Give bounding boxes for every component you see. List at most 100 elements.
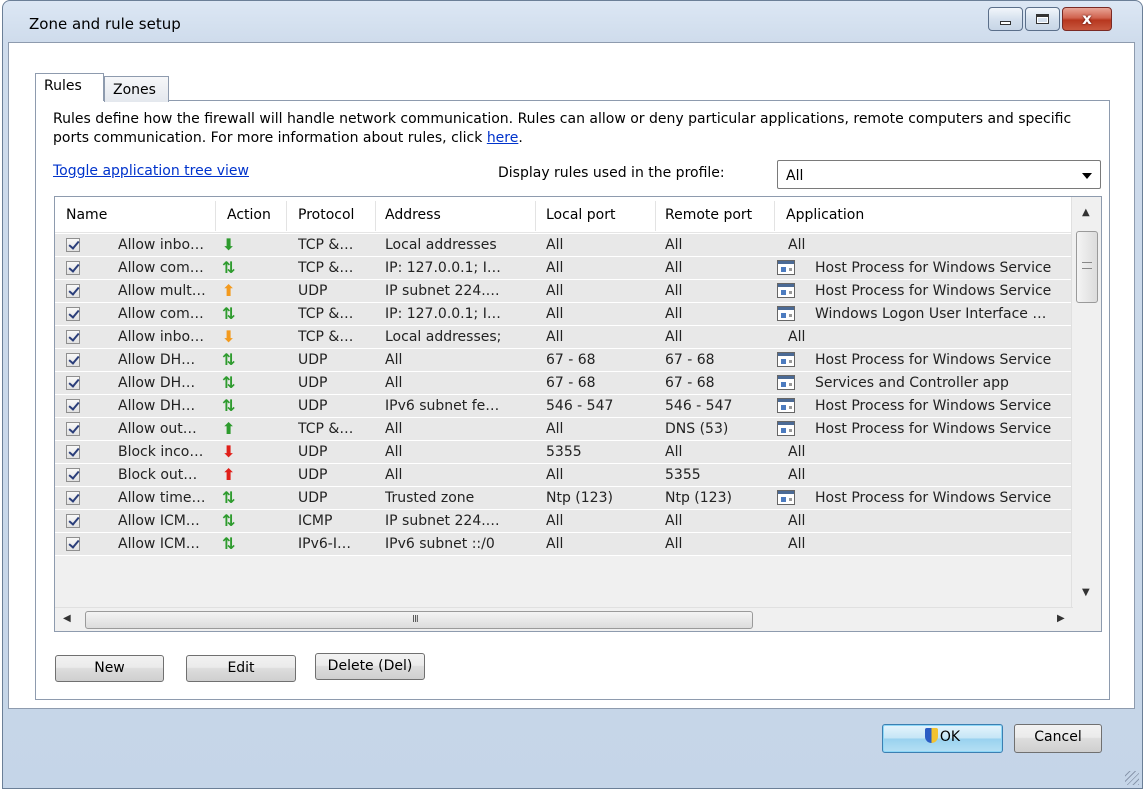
rule-remote-port: 67 - 68 (665, 352, 715, 368)
tab-zones[interactable]: Zones (104, 76, 169, 102)
delete-button[interactable]: Delete (Del) (315, 653, 425, 680)
rule-remote-port: All (665, 306, 683, 322)
rule-remote-port: All (665, 283, 683, 299)
rule-enabled-checkbox[interactable] (66, 537, 80, 551)
rule-name: Allow DH… (118, 375, 196, 391)
table-row[interactable]: Block inco… ⬇ UDP All 5355 All All (55, 441, 1071, 464)
column-divider[interactable] (774, 201, 775, 231)
rule-enabled-checkbox[interactable] (66, 399, 80, 413)
new-button[interactable]: New (55, 655, 164, 682)
rules-table[interactable]: Name Action Protocol Address Local port … (54, 196, 1102, 632)
column-header-remote-port[interactable]: Remote port (665, 207, 752, 223)
table-row[interactable]: Block out… ⬆ UDP All All 5355 All (55, 464, 1071, 487)
table-row[interactable]: Allow inbo… ⬇ TCP &… Local addresses All All A… (55, 234, 1071, 257)
arrows-updown-green-icon: ⇅ (222, 350, 236, 369)
rule-enabled-checkbox[interactable] (66, 307, 80, 321)
cancel-button[interactable]: Cancel (1014, 724, 1102, 753)
scroll-left-icon[interactable]: ◀ (63, 613, 71, 624)
rule-protocol: UDP (298, 283, 328, 299)
rule-enabled-checkbox[interactable] (66, 261, 80, 275)
rule-enabled-checkbox[interactable] (66, 238, 80, 252)
rule-protocol: TCP &… (298, 260, 354, 276)
scroll-right-icon[interactable]: ▶ (1057, 613, 1065, 624)
ok-button[interactable]: OK (882, 724, 1003, 753)
rule-name: Allow com… (118, 306, 204, 322)
column-divider[interactable] (535, 201, 536, 231)
rule-enabled-checkbox[interactable] (66, 468, 80, 482)
rule-application: All (788, 467, 806, 483)
maximize-button[interactable] (1025, 7, 1060, 31)
window-title: Zone and rule setup (29, 15, 181, 33)
scroll-down-icon[interactable]: ▼ (1082, 587, 1090, 598)
rule-local-port: All (546, 306, 564, 322)
rule-remote-port: All (665, 444, 683, 460)
rule-enabled-checkbox[interactable] (66, 445, 80, 459)
column-divider[interactable] (655, 201, 656, 231)
table-row[interactable]: Allow DH… ⇅ UDP All 67 - 68 67 - 68 Services a… (55, 372, 1071, 395)
rules-help-link[interactable]: here (487, 130, 519, 146)
arrow-down-green-icon: ⬇ (222, 235, 236, 254)
minimize-button[interactable] (988, 7, 1023, 31)
horizontal-scroll-thumb[interactable]: III (85, 611, 753, 629)
rule-enabled-checkbox[interactable] (66, 284, 80, 298)
rule-enabled-checkbox[interactable] (66, 491, 80, 505)
rule-application: All (788, 444, 806, 460)
rule-local-port: 67 - 68 (546, 375, 596, 391)
rule-local-port: All (546, 283, 564, 299)
tab-rules[interactable]: Rules (35, 73, 104, 101)
rule-address: All (385, 444, 403, 460)
column-header-protocol[interactable]: Protocol (298, 207, 354, 223)
application-icon (777, 421, 795, 436)
table-row[interactable]: Allow com… ⇅ TCP &… IP: 127.0.0.1; I… All All… (55, 257, 1071, 280)
column-header-address[interactable]: Address (385, 207, 441, 223)
vertical-scroll-thumb[interactable] (1076, 231, 1098, 303)
rule-enabled-checkbox[interactable] (66, 514, 80, 528)
rule-name: Allow ICM… (118, 513, 200, 529)
close-button[interactable]: x (1062, 7, 1112, 31)
application-icon (777, 490, 795, 505)
column-divider[interactable] (286, 201, 287, 231)
column-divider[interactable] (375, 201, 376, 231)
rule-address: Local addresses (385, 237, 497, 253)
table-row[interactable]: Allow ICM… ⇅ ICMP IP subnet 224.… All All All (55, 510, 1071, 533)
rule-remote-port: All (665, 260, 683, 276)
toggle-tree-view-link[interactable]: Toggle application tree view (53, 163, 249, 179)
table-row[interactable]: Allow ICM… ⇅ IPv6-I… IPv6 subnet ::/0 All All… (55, 533, 1071, 556)
table-row[interactable]: Allow out… ⬆ TCP &… All All DNS (53) Host Proc… (55, 418, 1071, 441)
profile-select[interactable]: All (777, 160, 1101, 189)
rule-name: Block out… (118, 467, 198, 483)
table-row[interactable]: Allow DH… ⇅ UDP IPv6 subnet fe… 546 - 547 546… (55, 395, 1071, 418)
table-row[interactable]: Allow DH… ⇅ UDP All 67 - 68 67 - 68 Host Proce… (55, 349, 1071, 372)
rule-application: Host Process for Windows Service (815, 283, 1052, 299)
edit-button[interactable]: Edit (186, 655, 296, 682)
title-bar[interactable]: Zone and rule setup x (3, 1, 1142, 43)
table-row[interactable]: Allow com… ⇅ TCP &… IP: 127.0.0.1; I… All All… (55, 303, 1071, 326)
rule-enabled-checkbox[interactable] (66, 353, 80, 367)
application-icon (777, 375, 795, 390)
rule-protocol: UDP (298, 352, 328, 368)
table-row[interactable]: Allow time… ⇅ UDP Trusted zone Ntp (123) Ntp … (55, 487, 1071, 510)
rule-protocol: UDP (298, 490, 328, 506)
table-row[interactable]: Allow mult… ⬆ UDP IP subnet 224.… All All Host… (55, 280, 1071, 303)
scroll-up-icon[interactable]: ▲ (1082, 207, 1090, 218)
vertical-scrollbar[interactable]: ▲ ▼ (1071, 197, 1101, 631)
resize-grip-icon[interactable] (1125, 771, 1139, 785)
rule-address: All (385, 421, 403, 437)
rule-enabled-checkbox[interactable] (66, 376, 80, 390)
column-header-application[interactable]: Application (786, 207, 864, 223)
rule-application: All (788, 237, 806, 253)
arrows-updown-green-icon: ⇅ (222, 304, 236, 323)
column-header-name[interactable]: Name (66, 207, 107, 223)
column-divider[interactable] (215, 201, 216, 231)
horizontal-scrollbar[interactable]: ◀ III ▶ (55, 607, 1073, 631)
minimize-icon (1000, 21, 1011, 25)
rule-remote-port: All (665, 513, 683, 529)
rule-enabled-checkbox[interactable] (66, 422, 80, 436)
table-row[interactable]: Allow inbo… ⬇ TCP &… Local addresses; All All… (55, 326, 1071, 349)
rule-enabled-checkbox[interactable] (66, 330, 80, 344)
rule-address: IP: 127.0.0.1; I… (385, 260, 501, 276)
rule-protocol: UDP (298, 467, 328, 483)
rule-protocol: ICMP (298, 513, 333, 529)
column-header-action[interactable]: Action (227, 207, 271, 223)
column-header-local-port[interactable]: Local port (546, 207, 615, 223)
